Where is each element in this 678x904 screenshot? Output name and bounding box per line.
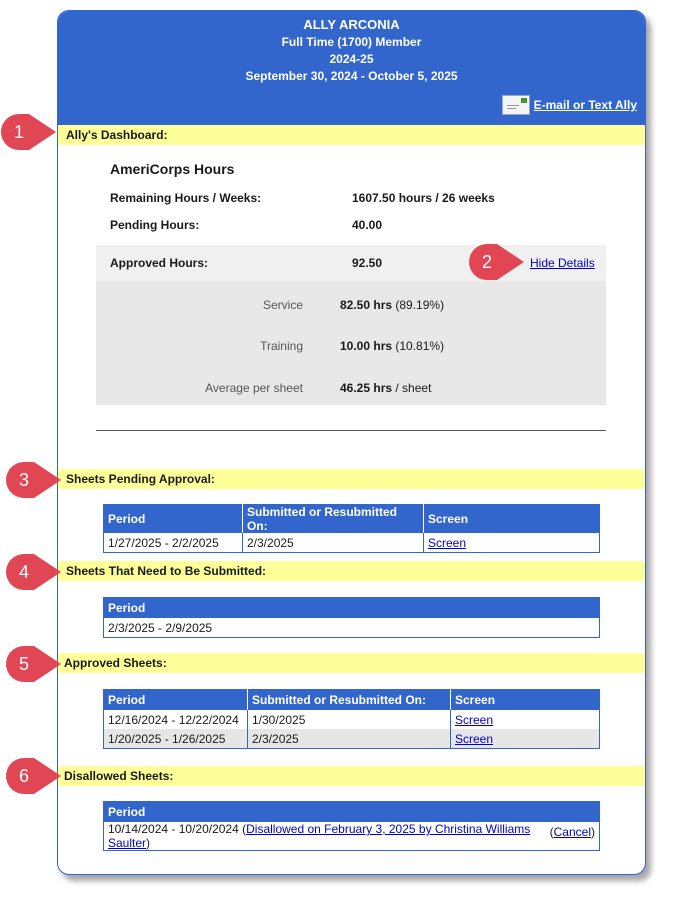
service-date-range: September 30, 2024 - October 5, 2025 <box>245 69 458 83</box>
callout-marker: 3 <box>5 461 61 499</box>
member-header: ALLY ARCONIA Full Time (1700) Member 202… <box>58 11 645 125</box>
column-header: Screen <box>450 689 600 710</box>
column-header: Period <box>103 597 600 618</box>
table-header-row: Period Submitted or Resubmitted On: Scre… <box>103 689 600 710</box>
table-row: 10/14/2024 - 10/20/2024 (Disallowed on F… <box>104 822 600 851</box>
envelope-icon[interactable] <box>501 95 530 115</box>
callout-marker: 6 <box>5 757 61 795</box>
dashboard-divider <box>96 430 606 431</box>
column-header: Period <box>103 801 600 822</box>
period-cell: 2/3/2025 - 2/9/2025 <box>108 620 213 635</box>
pending-section-header: Sheets Pending Approval: <box>58 469 645 489</box>
column-header: Submitted or Resubmitted On: <box>247 689 451 710</box>
service-label: Service <box>262 298 303 312</box>
section-title: Approved Sheets: <box>64 656 167 670</box>
callout-marker: 1 <box>0 113 56 151</box>
pending-hours-label: Pending Hours: <box>110 218 200 232</box>
section-title: Sheets That Need to Be Submitted: <box>66 564 267 578</box>
pending-sheets-table: Period Submitted or Resubmitted On: Scre… <box>103 504 600 553</box>
table-header-row: Period Submitted or Resubmitted On: Scre… <box>103 504 600 533</box>
member-position: Full Time (1700) Member <box>281 35 422 49</box>
column-header: Period <box>103 689 248 710</box>
table-row: 1/27/2025 - 2/2/2025 2/3/2025 Screen <box>103 533 600 553</box>
section-title: Sheets Pending Approval: <box>66 472 215 486</box>
submitted-cell: 2/3/2025 <box>247 729 451 749</box>
submitted-cell: 2/3/2025 <box>242 533 424 553</box>
table-header-row: Period <box>103 801 600 822</box>
email-text-control[interactable]: E-mail or Text Ally <box>501 95 637 115</box>
cancel-wrapper: (Cancel) <box>549 825 595 839</box>
member-name: ALLY ARCONIA <box>303 17 400 32</box>
approved-section-header: Approved Sheets: <box>58 653 645 673</box>
dashboard-section-header: Ally's Dashboard: <box>58 125 645 145</box>
column-header: Submitted or Resubmitted On: <box>242 504 424 533</box>
column-header: Screen <box>423 504 600 533</box>
cancel-link[interactable]: Cancel <box>554 825 591 839</box>
screen-cell: Screen <box>450 729 600 749</box>
screen-link[interactable]: Screen <box>428 536 466 550</box>
period-text: 10/14/2024 - 10/20/2024 <box>108 822 239 836</box>
table-header-row: Period <box>103 597 600 618</box>
disallowed-sheets-table: Period 10/14/2024 - 10/20/2024 (Disallow… <box>103 801 600 851</box>
service-value: 82.50 hrs (89.19%) <box>340 298 445 312</box>
callout-marker: 2 <box>468 243 524 281</box>
need-submit-table: Period 2/3/2025 - 2/9/2025 <box>103 597 600 638</box>
screen-cell: Screen <box>424 533 600 553</box>
screen-cell: Screen <box>451 710 600 729</box>
remaining-hours-label: Remaining Hours / Weeks: <box>110 191 262 205</box>
training-label: Training <box>260 339 303 353</box>
callout-marker: 5 <box>5 645 61 683</box>
need-submit-section-header: Sheets That Need to Be Submitted: <box>58 561 645 581</box>
submitted-cell: 1/30/2025 <box>247 710 451 729</box>
training-value: 10.00 hrs (10.81%) <box>340 339 445 353</box>
column-header: Period <box>103 504 243 533</box>
period-cell: 1/20/2025 - 1/26/2025 <box>103 729 248 749</box>
average-per-sheet-label: Average per sheet <box>205 381 303 395</box>
disallowed-section-header: Disallowed Sheets: <box>58 766 645 786</box>
period-cell: 12/16/2024 - 12/22/2024 <box>103 710 248 729</box>
approved-hours-value: 92.50 <box>352 256 383 270</box>
table-row: 2/3/2025 - 2/9/2025 <box>104 618 600 638</box>
disallowed-row-cell: 10/14/2024 - 10/20/2024 (Disallowed on F… <box>108 822 595 850</box>
member-card: ALLY ARCONIA Full Time (1700) Member 202… <box>57 10 646 875</box>
approved-sheets-table: Period Submitted or Resubmitted On: Scre… <box>103 689 600 749</box>
period-cell: 1/27/2025 - 2/2/2025 <box>103 533 243 553</box>
screen-link[interactable]: Screen <box>455 732 493 746</box>
table-row: 12/16/2024 - 12/22/2024 1/30/2025 Screen <box>103 710 600 729</box>
remaining-hours-value: 1607.50 hours / 26 weeks <box>352 191 495 205</box>
disallowed-details-link-cont[interactable]: Saulter <box>108 836 146 850</box>
approved-hours-label: Approved Hours: <box>110 256 209 270</box>
section-title: Disallowed Sheets: <box>64 769 174 783</box>
section-title: Ally's Dashboard: <box>66 128 168 142</box>
disallowed-details-link[interactable]: Disallowed on February 3, 2025 by Christ… <box>246 822 530 836</box>
callout-marker: 4 <box>5 553 61 591</box>
table-row: 1/20/2025 - 1/26/2025 2/3/2025 Screen <box>103 729 600 749</box>
americorps-hours-title: AmeriCorps Hours <box>110 161 235 177</box>
average-per-sheet-value: 46.25 hrs / sheet <box>340 381 432 395</box>
hide-details-link[interactable]: Hide Details <box>530 256 595 270</box>
pending-hours-value: 40.00 <box>352 218 383 232</box>
email-or-text-link[interactable]: E-mail or Text Ally <box>534 98 637 112</box>
screen-link[interactable]: Screen <box>455 713 493 727</box>
program-year: 2024-25 <box>329 52 374 66</box>
